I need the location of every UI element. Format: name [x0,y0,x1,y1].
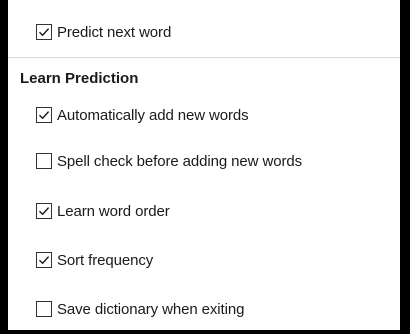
learn-word-order-label: Learn word order [57,202,170,220]
learn-word-order-option[interactable]: Learn word order [36,200,170,222]
save-dictionary-checkbox[interactable] [36,301,52,317]
spell-check-label: Spell check before adding new words [57,152,302,170]
section-divider [8,57,400,58]
checkmark-icon [39,111,50,120]
learn-prediction-heading: Learn Prediction [20,70,139,87]
save-dictionary-option[interactable]: Save dictionary when exiting [36,298,244,320]
spell-check-checkbox[interactable] [36,153,52,169]
sort-frequency-option[interactable]: Sort frequency [36,249,153,271]
checkmark-icon [39,256,50,265]
checkmark-icon [39,207,50,216]
sort-frequency-checkbox[interactable] [36,252,52,268]
spell-check-option[interactable]: Spell check before adding new words [36,150,302,172]
auto-add-words-label: Automatically add new words [57,106,249,124]
auto-add-words-checkbox[interactable] [36,107,52,123]
auto-add-words-option[interactable]: Automatically add new words [36,104,249,126]
checkmark-icon [39,28,50,37]
sort-frequency-label: Sort frequency [57,251,154,269]
learn-word-order-checkbox[interactable] [36,203,52,219]
settings-panel: Predict next word Learn Prediction Autom… [8,0,400,330]
predict-next-word-label: Predict next word [57,23,172,41]
predict-next-word-option[interactable]: Predict next word [36,21,171,43]
save-dictionary-label: Save dictionary when exiting [57,300,245,318]
predict-next-word-checkbox[interactable] [36,24,52,40]
